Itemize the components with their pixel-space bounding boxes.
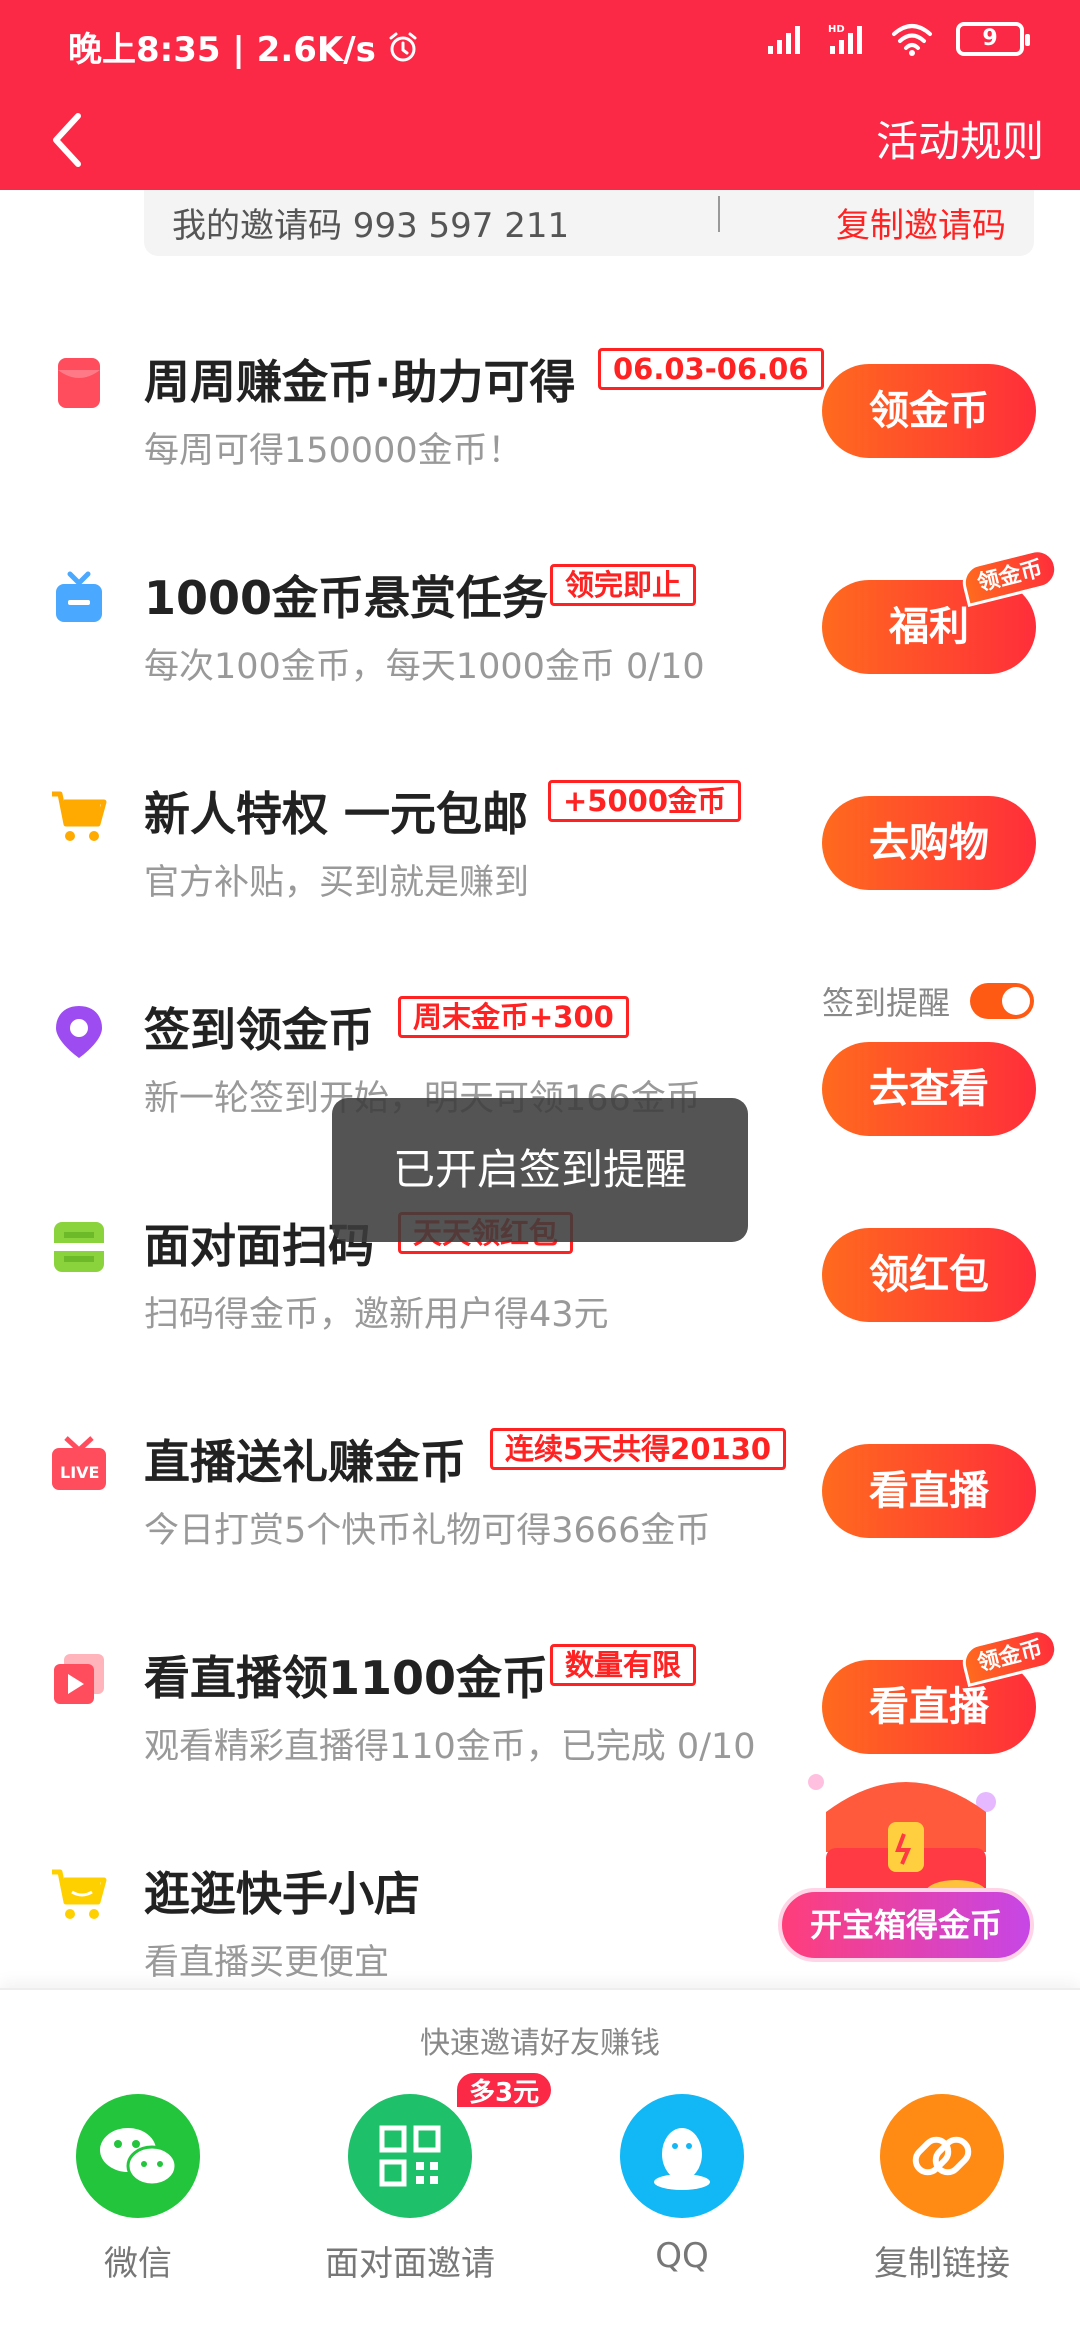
- task-title: 签到领金币: [144, 1003, 374, 1057]
- play-icon: [54, 1654, 104, 1704]
- task-item: 1000金币悬赏任务 领完即止 每次100金币，每天1000金币 0/10 福利…: [0, 544, 1080, 770]
- top-bar: 晚上8:35 | 2.6K/s HD 9 活动规则: [0, 0, 1080, 190]
- task-description: 官方补贴，买到就是赚到: [144, 863, 530, 903]
- live-gift-icon: LIVE: [52, 1436, 106, 1490]
- open-treasure-chest-button[interactable]: 开宝箱得金币: [778, 1888, 1034, 1962]
- task-tag: 领完即止: [550, 564, 697, 606]
- task-tag: 周末金币+300: [398, 996, 629, 1038]
- task-title: 直播送礼赚金币: [144, 1435, 466, 1489]
- task-description: 扫码得金币，邀新用户得43元: [144, 1295, 609, 1335]
- shopping-cart-icon: [52, 791, 107, 841]
- signal-icon: [768, 26, 800, 54]
- wifi-icon: [892, 24, 932, 56]
- task-item: 面对面扫码 天天领红包 扫码得金币，邀新用户得43元 领红包: [0, 1212, 1080, 1418]
- red-envelope-icon: [58, 358, 100, 408]
- task-tag: 数量有限: [550, 1644, 697, 1686]
- task-description: 每次100金币，每天1000金币 0/10: [144, 647, 705, 687]
- claim-coins-button[interactable]: 领金币: [822, 364, 1036, 458]
- share-label: 微信: [104, 2244, 172, 2284]
- share-panel-title: 快速邀请好友赚钱: [420, 2026, 660, 2061]
- back-arrow-icon[interactable]: [40, 102, 96, 178]
- cart-icon: [52, 1869, 107, 1919]
- scan-icon: [54, 1222, 104, 1272]
- task-description: 看直播买更便宜: [144, 1943, 390, 1983]
- status-bar: 晚上8:35 | 2.6K/s HD 9: [0, 0, 1080, 90]
- wechat-icon[interactable]: [76, 2094, 200, 2218]
- task-description: 每周可得150000金币！: [144, 431, 523, 471]
- link-icon[interactable]: [880, 2094, 1004, 2218]
- qq-icon[interactable]: [620, 2094, 744, 2218]
- status-right: HD 9: [766, 22, 1030, 56]
- share-label: QQ: [655, 2236, 709, 2276]
- divider: [718, 196, 720, 232]
- status-left: 晚上8:35 | 2.6K/s: [68, 22, 420, 71]
- battery-icon: 9: [956, 22, 1030, 56]
- task-title: 新人特权 一元包邮: [144, 787, 529, 841]
- task-title: 逛逛快手小店: [144, 1867, 420, 1921]
- bonus-badge: 多3元: [454, 2070, 555, 2110]
- share-qq[interactable]: QQ: [592, 2094, 772, 2314]
- task-description: 观看精彩直播得110金币，已完成 0/10: [144, 1727, 756, 1767]
- task-title: 1000金币悬赏任务: [144, 571, 549, 625]
- qr-code-icon[interactable]: [348, 2094, 472, 2218]
- hd-signal-icon: HD: [828, 24, 862, 54]
- activity-rules-link[interactable]: 活动规则: [876, 108, 1044, 169]
- task-item: 周周赚金币·助力可得 06.03-06.06 每周可得150000金币！ 领金币: [0, 348, 1080, 554]
- task-title: 看直播领1100金币: [144, 1651, 549, 1705]
- go-check-button[interactable]: 去查看: [822, 1042, 1036, 1136]
- share-face-to-face[interactable]: 多3元 面对面邀请: [320, 2070, 555, 2314]
- task-tag: 连续5天共得20130: [490, 1428, 787, 1470]
- share-wechat[interactable]: 微信: [48, 2094, 228, 2314]
- task-tag: +5000金币: [548, 780, 742, 822]
- location-pin-icon: [56, 1006, 102, 1058]
- invite-code-card: 我的邀请码 993 597 211 复制邀请码: [144, 190, 1034, 256]
- tv-icon: [56, 571, 102, 622]
- task-title: 周周赚金币·助力可得: [144, 355, 576, 409]
- claim-red-envelope-button[interactable]: 领红包: [822, 1228, 1036, 1322]
- task-description: 今日打赏5个快币礼物可得3666金币: [144, 1511, 711, 1551]
- invite-code-text: 我的邀请码 993 597 211: [172, 206, 570, 246]
- task-item: 新人特权 一元包邮 +5000金币 官方补贴，买到就是赚到 去购物: [0, 780, 1080, 986]
- share-label: 面对面邀请: [325, 2244, 495, 2284]
- task-item: LIVE 直播送礼赚金币 连续5天共得20130 今日打赏5个快币礼物可得366…: [0, 1428, 1080, 1634]
- share-panel: 快速邀请好友赚钱 微信 多3元 面对面邀请 QQ 复制链接: [0, 1988, 1080, 2340]
- share-copy-link[interactable]: 复制链接: [852, 2094, 1032, 2314]
- alarm-icon: [389, 32, 417, 61]
- status-time: 晚上8:35 | 2.6K/s: [68, 30, 376, 70]
- watch-live-button[interactable]: 看直播: [822, 1444, 1036, 1538]
- svg-text:LIVE: LIVE: [60, 1463, 99, 1482]
- header: 活动规则: [0, 90, 1080, 190]
- toast-message: 已开启签到提醒: [332, 1098, 748, 1242]
- go-shopping-button[interactable]: 去购物: [822, 796, 1036, 890]
- svg-text:HD: HD: [828, 24, 845, 35]
- task-tag: 06.03-06.06: [598, 348, 824, 390]
- share-label: 复制链接: [874, 2244, 1010, 2284]
- copy-invite-code-button[interactable]: 复制邀请码: [836, 198, 1006, 247]
